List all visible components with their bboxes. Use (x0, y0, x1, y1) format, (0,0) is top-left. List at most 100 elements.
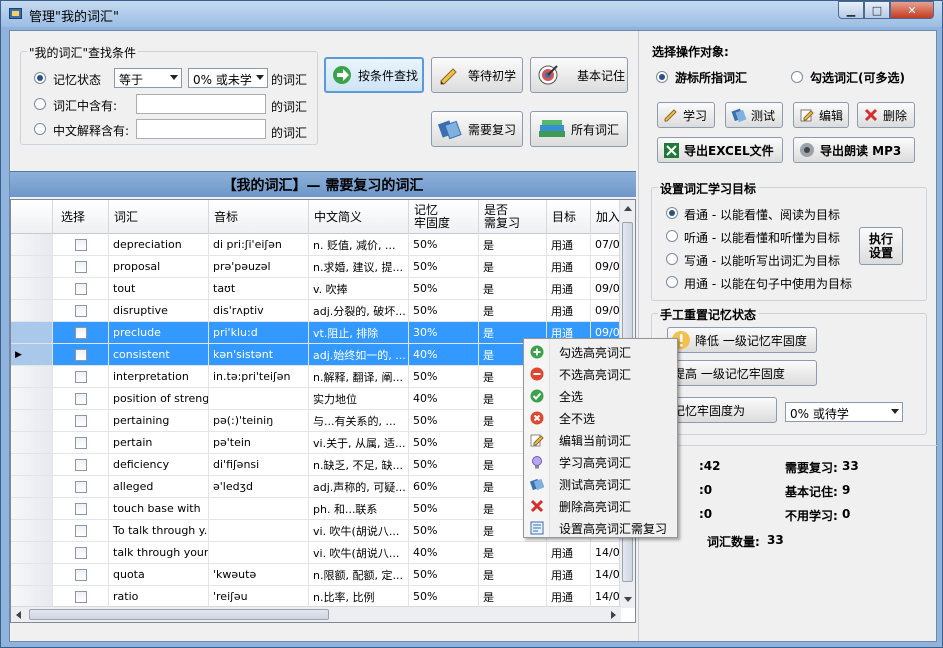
cell-phonetic[interactable] (209, 498, 309, 519)
radio-goal-use[interactable] (666, 276, 678, 288)
cell-chinese[interactable]: v. 吹捧 (309, 278, 409, 299)
row-select-cell[interactable] (53, 278, 109, 299)
cell-chinese[interactable]: n. 贬值, 减价, ... (309, 234, 409, 255)
cell-target[interactable]: 用通 (547, 586, 591, 607)
cell-phonetic[interactable] (209, 388, 309, 409)
cell-memory[interactable]: 50% (409, 300, 479, 321)
test-button[interactable]: 测试 (725, 102, 783, 128)
row-select-cell[interactable] (53, 476, 109, 497)
contains-input[interactable] (136, 94, 266, 114)
row-header[interactable] (11, 278, 53, 299)
radio-goal-read[interactable] (666, 207, 678, 219)
cell-word[interactable]: preclude (109, 322, 209, 343)
state-select[interactable]: 0% 或未学 (188, 68, 268, 88)
row-header[interactable] (11, 410, 53, 431)
row-checkbox[interactable] (75, 502, 87, 515)
cell-word[interactable]: depreciation (109, 234, 209, 255)
export-mp3-button[interactable]: 导出朗读 MP3 (793, 137, 915, 163)
cell-chinese[interactable]: vi. 吹牛(胡说八... (309, 520, 409, 541)
cell-memory[interactable]: 40% (409, 344, 479, 365)
cell-phonetic[interactable]: pri'klu:d (209, 322, 309, 343)
cell-phonetic[interactable]: kən'sistənt (209, 344, 309, 365)
scroll-down-icon[interactable] (624, 597, 632, 602)
cell-review[interactable]: 是 (479, 564, 547, 585)
row-checkbox[interactable] (75, 568, 87, 581)
cell-added[interactable]: 14/02 (591, 586, 621, 607)
horizontal-scroll-thumb[interactable] (29, 609, 329, 620)
cell-target[interactable]: 用通 (547, 278, 591, 299)
raise-memory-button[interactable]: 提高 一级记忆牢固度 (667, 360, 817, 386)
cell-memory[interactable]: 50% (409, 256, 479, 277)
row-header[interactable] (11, 520, 53, 541)
cell-word[interactable]: interpretation (109, 366, 209, 387)
row-select-cell[interactable] (53, 542, 109, 563)
cell-review[interactable]: 是 (479, 300, 547, 321)
close-button[interactable]: ✕ (890, 1, 934, 19)
cell-phonetic[interactable]: dis'rʌptiv (209, 300, 309, 321)
cell-word[interactable]: position of strength (109, 388, 209, 409)
edit-button[interactable]: 编辑 (793, 102, 849, 128)
table-row[interactable]: quota'kwəutən.限额, 配额, 定...50%是用通14/02 (11, 564, 621, 586)
row-select-cell[interactable] (53, 432, 109, 453)
cell-chinese[interactable]: n.比率, 比例 (309, 586, 409, 607)
learn-button[interactable]: 学习 (657, 102, 715, 128)
cell-memory[interactable]: 50% (409, 498, 479, 519)
cell-added[interactable]: 09/02 (591, 300, 621, 321)
cell-review[interactable]: 是 (479, 278, 547, 299)
row-header[interactable]: ▶ (11, 344, 53, 365)
table-row[interactable]: disruptive dis'rʌptiv adj.分裂的, 破坏... 50% 是用通… (11, 300, 621, 322)
radio-goal-listen[interactable] (666, 230, 678, 242)
cell-chinese[interactable]: adj.始终如一的, ... (309, 344, 409, 365)
cell-phonetic[interactable]: pə'tein (209, 432, 309, 453)
cell-memory[interactable]: 60% (409, 476, 479, 497)
cell-added[interactable]: 07/02 (591, 234, 621, 255)
cell-chinese[interactable]: 与...有关系的, ... (309, 410, 409, 431)
row-header[interactable] (11, 388, 53, 409)
cell-memory[interactable]: 50% (409, 278, 479, 299)
row-select-cell[interactable] (53, 520, 109, 541)
maximize-button[interactable]: □ (864, 1, 890, 19)
row-header[interactable] (11, 300, 53, 321)
cell-review[interactable]: 是 (479, 542, 547, 563)
row-checkbox[interactable] (75, 414, 87, 427)
cell-chinese[interactable]: vi.关于, 从属, 适... (309, 432, 409, 453)
cell-chinese[interactable]: vi. 吹牛(胡说八... (309, 542, 409, 563)
row-checkbox[interactable] (75, 326, 87, 339)
col-phonetic[interactable]: 音标 (209, 200, 309, 234)
table-row[interactable]: depreciation di pri:ʃi'eiʃən n. 贬值, 减价, ..… (11, 234, 621, 256)
row-select-cell[interactable] (53, 300, 109, 321)
cell-target[interactable]: 用通 (547, 234, 591, 255)
cell-word[interactable]: pertain (109, 432, 209, 453)
row-checkbox[interactable] (75, 458, 87, 471)
all-words-button[interactable]: 所有词汇 (530, 111, 628, 147)
row-select-cell[interactable] (53, 322, 109, 343)
cell-word[interactable]: talk through your ... (109, 542, 209, 563)
chinese-input[interactable] (136, 119, 266, 139)
table-row[interactable]: talk through your ... vi. 吹牛(胡说八...40%是用通… (11, 542, 621, 564)
cell-target[interactable]: 用通 (547, 256, 591, 277)
row-header[interactable] (11, 564, 53, 585)
operator-select[interactable]: 等于 (114, 68, 182, 88)
menu-check-highlighted[interactable]: 勾选高亮词汇 (524, 341, 677, 363)
col-target[interactable]: 目标 (547, 200, 591, 234)
scroll-right-icon[interactable] (611, 611, 616, 619)
radio-chinese[interactable] (34, 123, 46, 135)
row-select-cell[interactable] (53, 498, 109, 519)
cell-phonetic[interactable]: 'kwəutə (209, 564, 309, 585)
menu-uncheck-highlighted[interactable]: 不选高亮词汇 (524, 363, 677, 385)
cell-memory[interactable]: 30% (409, 322, 479, 343)
cell-phonetic[interactable]: in.tə:pri'teiʃən (209, 366, 309, 387)
radio-memory-state[interactable] (34, 72, 46, 84)
basic-memorized-button[interactable]: 基本记住 (530, 57, 628, 93)
table-row[interactable]: touttaʊtv. 吹捧50%是用通09/02 (11, 278, 621, 300)
cell-review[interactable]: 是 (479, 586, 547, 607)
menu-edit-current[interactable]: 编辑当前词汇 (524, 429, 677, 451)
row-header[interactable] (11, 542, 53, 563)
row-header[interactable] (11, 366, 53, 387)
row-checkbox[interactable] (75, 304, 87, 317)
cell-review[interactable]: 是 (479, 234, 547, 255)
row-checkbox[interactable] (75, 480, 87, 493)
col-memory[interactable]: 记忆 牢固度 (409, 200, 479, 234)
cell-phonetic[interactable]: di pri:ʃi'eiʃən (209, 234, 309, 255)
cell-added[interactable]: 09/02 (591, 256, 621, 277)
